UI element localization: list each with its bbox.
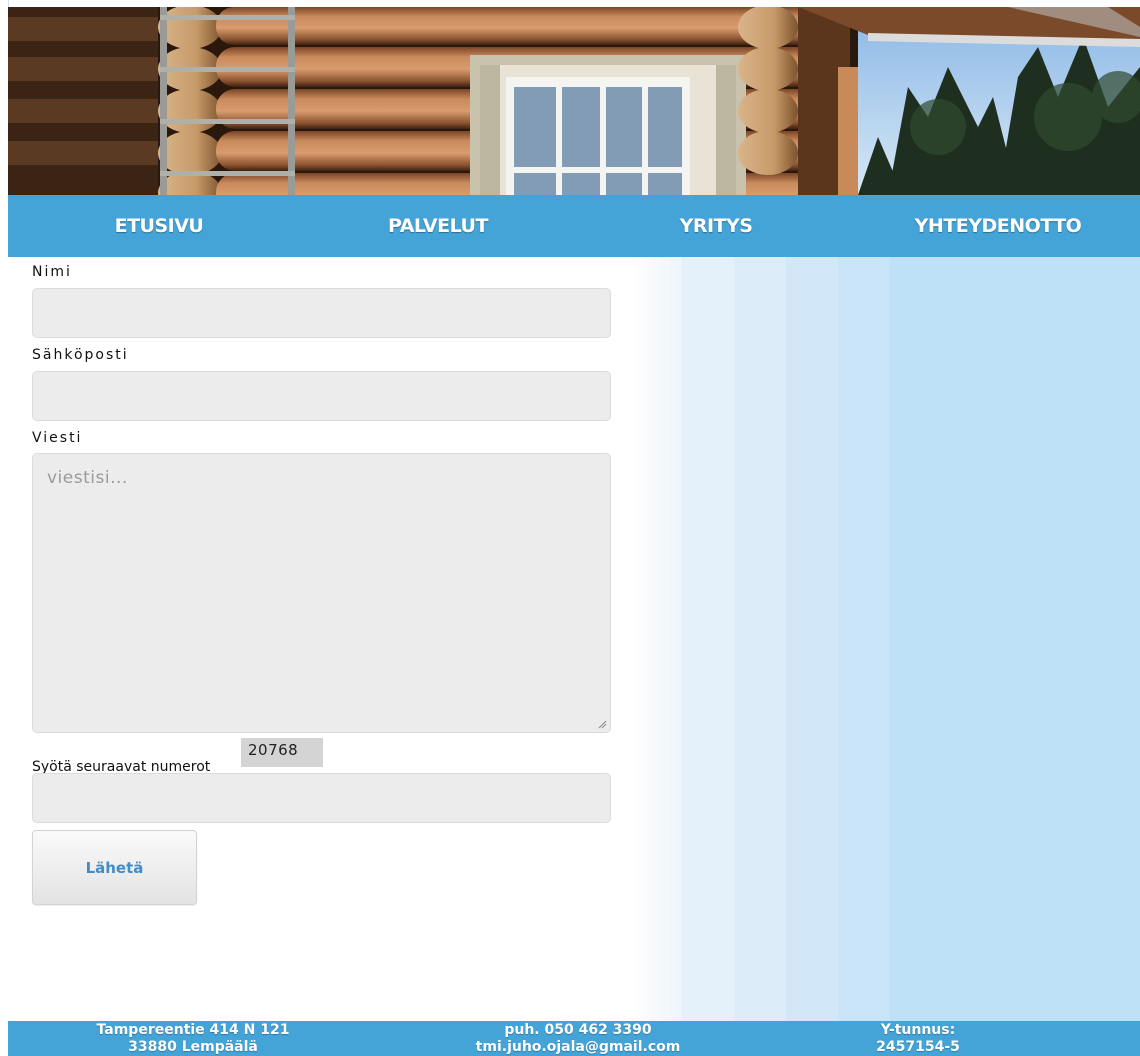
message-textarea[interactable]: viestisi... [32,453,611,733]
business-id-label: Y-tunnus: [880,1022,956,1038]
bg-strip [786,257,838,1021]
main-nav: ETUSIVU PALVELUT YRITYS YHTEYDENOTTO [8,195,1140,257]
name-label: Nimi [32,264,72,280]
hero-image [8,7,1140,195]
nav-item-palvelut[interactable]: PALVELUT [370,195,506,257]
email-input[interactable] [32,371,611,421]
contact-content: Nimi Sähköposti Viesti viestisi... Syötä… [8,257,1140,1021]
bg-strip [734,257,786,1021]
nav-item-yritys[interactable]: YRITYS [666,195,766,257]
resize-grip-icon[interactable] [597,719,607,729]
email-label: Sähköposti [32,347,129,363]
name-input[interactable] [32,288,611,338]
nav-item-yhteydenotto[interactable]: YHTEYDENOTTO [898,195,1098,257]
footer-email-link[interactable]: tmi.juho.ojala@gmail.com [428,1039,728,1056]
footer-address: Tampereentie 414 N 121 33880 Lempäälä [68,1022,318,1056]
message-placeholder: viestisi... [47,468,128,488]
footer-phone: puh. 050 462 3390 [504,1022,652,1038]
log-cabin-photo [8,7,1140,195]
bg-strip [630,257,682,1021]
message-label: Viesti [32,430,83,446]
business-id-value: 2457154-5 [876,1039,960,1055]
address-city: 33880 Lempäälä [128,1039,258,1055]
footer-business-id: Y-tunnus: 2457154-5 [828,1022,1008,1056]
address-street: Tampereentie 414 N 121 [96,1022,290,1038]
bg-strip [838,257,890,1021]
captcha-input[interactable] [32,773,611,823]
footer: Tampereentie 414 N 121 33880 Lempäälä pu… [8,1021,1140,1056]
nav-item-etusivu[interactable]: ETUSIVU [100,195,218,257]
submit-button[interactable]: Lähetä [32,830,197,905]
captcha-code: 20768 [241,738,323,767]
bg-strip [682,257,734,1021]
bg-strip [890,257,1140,1021]
footer-contact: puh. 050 462 3390 tmi.juho.ojala@gmail.c… [428,1022,728,1056]
